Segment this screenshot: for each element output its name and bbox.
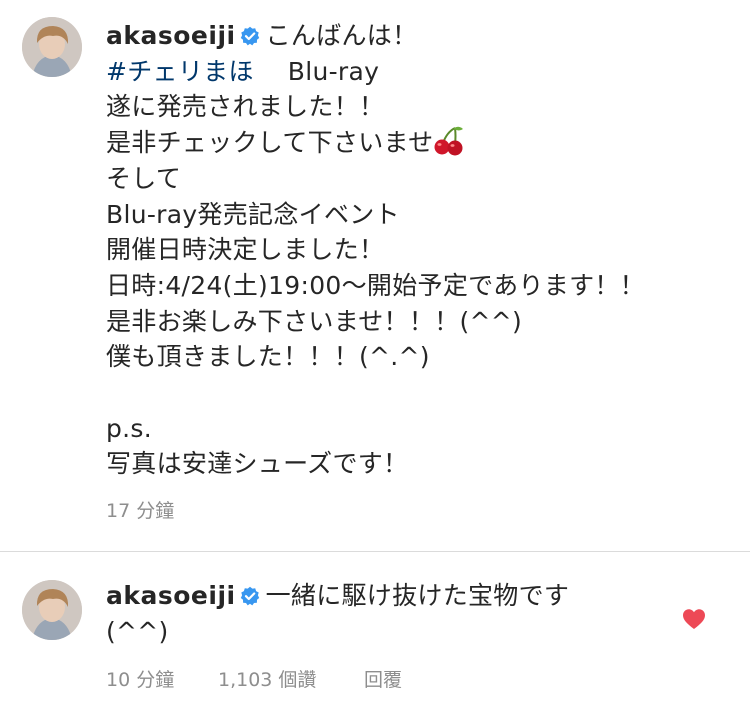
comment-like-count[interactable]: 1,103 個讚 <box>218 665 316 692</box>
caption-greeting: こんばんは！ <box>265 21 418 50</box>
username[interactable]: akasoeiji <box>106 21 236 50</box>
caption-line: 是非お楽しみ下さいませ！！！(^^) <box>106 306 523 336</box>
divider <box>0 551 750 552</box>
post-timestamp: 17 分鐘 <box>106 500 175 522</box>
caption-line: 遂に発売されました！！ <box>106 92 385 122</box>
hashtag-link[interactable]: #チェリまほ <box>106 57 254 86</box>
comment-text: 一緒に駆け抜けた宝物です <box>265 581 570 610</box>
comment-text: (^^) <box>106 616 169 646</box>
caption-line: 僕も頂きました！！！(^.^) <box>106 342 430 372</box>
cherry-emoji-icon <box>434 126 464 156</box>
caption-text: 是非チェックして下さいませ <box>106 128 434 158</box>
verified-badge-icon <box>240 26 259 46</box>
caption-line: 日時:4/24(土)19:00〜開始予定であります！！ <box>106 270 645 300</box>
post-caption: akasoeiji こんばんは！ #チェリまほ Blu-ray 遂に発売されました！… <box>106 18 736 482</box>
caption-line: そして <box>106 163 182 193</box>
heart-icon[interactable] <box>682 608 706 630</box>
comment-body: akasoeiji 一緒に駆け抜けた宝物です (^^) <box>106 578 736 649</box>
reply-button[interactable]: 回覆 <box>364 665 402 692</box>
caption-line: p.s. <box>106 413 152 443</box>
caption-line: 開催日時決定しました！ <box>106 235 385 265</box>
comment-username[interactable]: akasoeiji <box>106 581 236 610</box>
caption-text: Blu-ray <box>287 56 380 86</box>
avatar[interactable] <box>22 17 82 77</box>
caption-line: Blu-ray発売記念イベント <box>106 199 400 229</box>
verified-badge-icon <box>240 586 259 606</box>
profile-photo <box>22 580 82 640</box>
comment-avatar[interactable] <box>22 580 82 640</box>
comment-timestamp: 10 分鐘 <box>106 669 175 691</box>
caption-line: 写真は安達シューズです！ <box>106 449 409 479</box>
profile-photo <box>22 17 82 77</box>
